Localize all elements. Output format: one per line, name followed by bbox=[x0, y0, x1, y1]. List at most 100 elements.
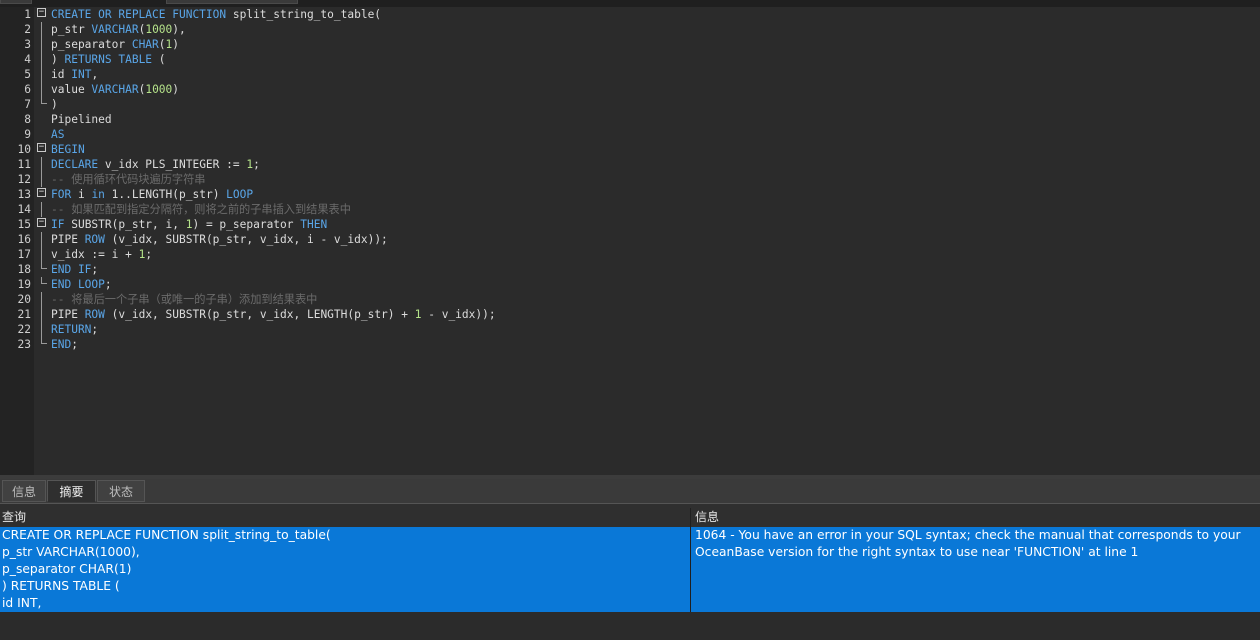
tab-status[interactable]: 状态 bbox=[97, 480, 145, 502]
line-number: 4 bbox=[24, 53, 31, 66]
fold-end-marker bbox=[41, 97, 47, 104]
line-number: 21 bbox=[17, 308, 31, 321]
code-text: id INT, bbox=[51, 68, 99, 81]
code-text: IF SUBSTR(p_str, i, 1) = p_separator THE… bbox=[51, 218, 328, 231]
cell-text-line: 1064 - You have an error in your SQL syn… bbox=[695, 528, 1241, 542]
code-text: -- 使用循环代码块遍历字符串 bbox=[51, 173, 206, 186]
code-line[interactable]: 19 END LOOP; bbox=[0, 277, 1260, 292]
code-text: END IF; bbox=[51, 263, 99, 276]
code-line[interactable]: 8 Pipelined bbox=[0, 112, 1260, 127]
fold-guide-line bbox=[41, 322, 42, 337]
code-line[interactable]: 6 value VARCHAR(1000) bbox=[0, 82, 1260, 97]
code-line[interactable]: 4 ) RETURNS TABLE ( bbox=[0, 52, 1260, 67]
line-number: 20 bbox=[17, 293, 31, 306]
code-text: value VARCHAR(1000) bbox=[51, 83, 180, 96]
code-line[interactable]: 12 -- 使用循环代码块遍历字符串 bbox=[0, 172, 1260, 187]
fold-guide-line bbox=[41, 232, 42, 247]
code-line[interactable]: 10− BEGIN bbox=[0, 142, 1260, 157]
cell-text-line: OceanBase version for the right syntax t… bbox=[695, 545, 1139, 559]
code-text: ) bbox=[51, 98, 58, 111]
code-text: PIPE ROW (v_idx, SUBSTR(p_str, v_idx, i … bbox=[51, 233, 388, 246]
line-number: 19 bbox=[17, 278, 31, 291]
code-line[interactable]: 9 AS bbox=[0, 127, 1260, 142]
fold-guide-line bbox=[41, 172, 42, 187]
line-number: 6 bbox=[24, 83, 31, 96]
line-number: 15 bbox=[17, 218, 31, 231]
code-line[interactable]: 14 -- 如果匹配到指定分隔符，则将之前的子串插入到结果表中 bbox=[0, 202, 1260, 217]
line-number: 13 bbox=[17, 188, 31, 201]
code-text: ) RETURNS TABLE ( bbox=[51, 53, 166, 66]
line-number: 3 bbox=[24, 38, 31, 51]
code-line[interactable]: 20 -- 将最后一个子串（或唯一的子串）添加到结果表中 bbox=[0, 292, 1260, 307]
line-number: 14 bbox=[17, 203, 31, 216]
fold-guide-line bbox=[41, 37, 42, 52]
fold-guide-line bbox=[41, 22, 42, 37]
fold-guide-line bbox=[41, 67, 42, 82]
code-line[interactable]: 7) bbox=[0, 97, 1260, 112]
tab-info[interactable]: 信息 bbox=[2, 480, 46, 502]
code-line[interactable]: 23 END; bbox=[0, 337, 1260, 352]
line-number: 2 bbox=[24, 23, 31, 36]
column-header-info[interactable]: 信息 bbox=[693, 508, 1255, 526]
code-text: END LOOP; bbox=[51, 278, 112, 291]
column-header-query[interactable]: 查询 bbox=[0, 508, 690, 526]
fold-toggle-icon[interactable]: − bbox=[37, 188, 46, 197]
cell-text-line: ) RETURNS TABLE ( bbox=[2, 579, 120, 593]
code-line[interactable]: 16 PIPE ROW (v_idx, SUBSTR(p_str, v_idx, … bbox=[0, 232, 1260, 247]
line-number: 9 bbox=[24, 128, 31, 141]
code-text: -- 如果匹配到指定分隔符，则将之前的子串插入到结果表中 bbox=[51, 203, 351, 216]
code-text: v_idx := i + 1; bbox=[51, 248, 153, 261]
code-line[interactable]: 22 RETURN; bbox=[0, 322, 1260, 337]
sql-editor[interactable]: 1− CREATE OR REPLACE FUNCTION split_strin… bbox=[0, 7, 1260, 475]
code-line[interactable]: 17 v_idx := i + 1; bbox=[0, 247, 1260, 262]
cell-text-line: CREATE OR REPLACE FUNCTION split_string_… bbox=[2, 528, 331, 542]
code-line[interactable]: 11 DECLARE v_idx PLS_INTEGER := 1; bbox=[0, 157, 1260, 172]
fold-end-marker bbox=[41, 337, 47, 344]
tab-summary[interactable]: 摘要 bbox=[47, 480, 96, 502]
fold-toggle-icon[interactable]: − bbox=[37, 218, 46, 227]
code-text: p_str VARCHAR(1000), bbox=[51, 23, 186, 36]
top-tab-strip bbox=[0, 0, 1260, 7]
line-number: 11 bbox=[17, 158, 31, 171]
line-number: 10 bbox=[17, 143, 31, 156]
fold-guide-line bbox=[41, 307, 42, 322]
line-number: 17 bbox=[17, 248, 31, 261]
top-tab-2[interactable] bbox=[166, 0, 298, 4]
code-line[interactable]: 13− FOR i in 1..LENGTH(p_str) LOOP bbox=[0, 187, 1260, 202]
line-number: 8 bbox=[24, 113, 31, 126]
status-area bbox=[0, 612, 1260, 640]
code-line[interactable]: 15− IF SUBSTR(p_str, i, 1) = p_separator … bbox=[0, 217, 1260, 232]
code-text: END; bbox=[51, 338, 78, 351]
code-line[interactable]: 5 id INT, bbox=[0, 67, 1260, 82]
fold-guide-line bbox=[41, 52, 42, 67]
code-line[interactable]: 1− CREATE OR REPLACE FUNCTION split_strin… bbox=[0, 7, 1260, 22]
line-number: 5 bbox=[24, 68, 31, 81]
info-cell[interactable]: 1064 - You have an error in your SQL syn… bbox=[691, 527, 1260, 612]
code-text: -- 将最后一个子串（或唯一的子串）添加到结果表中 bbox=[51, 293, 318, 306]
fold-toggle-icon[interactable]: − bbox=[37, 8, 46, 17]
fold-guide-line bbox=[41, 82, 42, 97]
top-tab-1[interactable] bbox=[0, 0, 32, 4]
fold-guide-line bbox=[41, 292, 42, 307]
result-tab-bar: 信息 摘要 状态 bbox=[0, 479, 1260, 504]
fold-guide-line bbox=[41, 202, 42, 217]
fold-toggle-icon[interactable]: − bbox=[37, 143, 46, 152]
result-grid: 查询 信息 CREATE OR REPLACE FUNCTION split_s… bbox=[0, 504, 1260, 612]
code-text: CREATE OR REPLACE FUNCTION split_string_… bbox=[51, 8, 382, 21]
fold-guide-line bbox=[41, 247, 42, 262]
code-text: FOR i in 1..LENGTH(p_str) LOOP bbox=[51, 188, 254, 201]
code-line[interactable]: 2 p_str VARCHAR(1000), bbox=[0, 22, 1260, 37]
code-line[interactable]: 18 END IF; bbox=[0, 262, 1260, 277]
code-text: RETURN; bbox=[51, 323, 99, 336]
cell-text-line: p_separator CHAR(1) bbox=[2, 562, 132, 576]
line-number: 16 bbox=[17, 233, 31, 246]
code-line[interactable]: 3 p_separator CHAR(1) bbox=[0, 37, 1260, 52]
query-cell[interactable]: CREATE OR REPLACE FUNCTION split_string_… bbox=[0, 527, 690, 612]
code-text: p_separator CHAR(1) bbox=[51, 38, 180, 51]
code-line[interactable]: 21 PIPE ROW (v_idx, SUBSTR(p_str, v_idx, … bbox=[0, 307, 1260, 322]
code-text: PIPE ROW (v_idx, SUBSTR(p_str, v_idx, LE… bbox=[51, 308, 496, 321]
fold-end-marker bbox=[41, 277, 47, 284]
code-text: DECLARE v_idx PLS_INTEGER := 1; bbox=[51, 158, 260, 171]
code-text: Pipelined bbox=[51, 113, 112, 126]
fold-end-marker bbox=[41, 262, 47, 269]
